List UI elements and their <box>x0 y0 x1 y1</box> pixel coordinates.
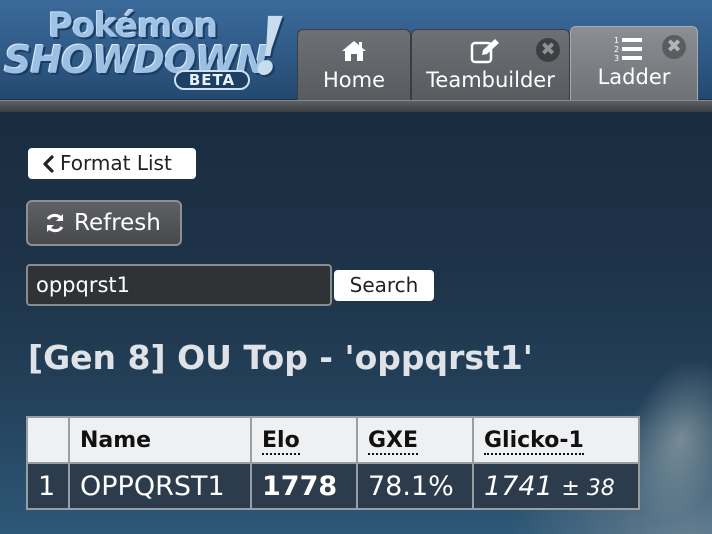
header-gxe[interactable]: GXE <box>356 416 474 464</box>
header-elo[interactable]: Elo <box>250 416 358 464</box>
tab-home-label: Home <box>322 68 385 92</box>
page-title: [Gen 8] OU Top - 'oppqrst1' <box>28 338 533 377</box>
header-glicko-label: Glicko-1 <box>484 427 584 455</box>
tab-teambuilder[interactable]: ✖ Teambuilder <box>411 29 570 100</box>
logo-exclamation: ! <box>252 0 288 93</box>
ladder-table: Name Elo GXE Glicko-1 1 OPPQRST1 1778 78… <box>26 416 640 510</box>
tab-ladder[interactable]: 1 2 3 ✖ Ladder <box>570 26 698 101</box>
logo-beta-badge: BETA <box>174 70 250 90</box>
header-gxe-label: GXE <box>368 427 419 455</box>
format-list-label: Format List <box>60 151 172 175</box>
header-bar: Pokémon SHOWDOWN ! BETA Home ✖ Teambuild… <box>0 0 712 101</box>
home-icon <box>298 38 410 64</box>
format-list-button[interactable]: Format List <box>28 148 196 179</box>
svg-text:1: 1 <box>614 36 619 45</box>
svg-text:3: 3 <box>614 54 619 63</box>
glicko-deviation: ± 38 <box>561 476 614 501</box>
refresh-button[interactable]: Refresh <box>26 200 182 246</box>
row-rank: 1 <box>26 462 70 510</box>
glicko-rating: 1741 <box>484 470 553 502</box>
svg-text:2: 2 <box>614 45 619 54</box>
row-name[interactable]: OPPQRST1 <box>68 462 252 510</box>
tab-home[interactable]: Home <box>297 29 411 100</box>
chevron-left-icon <box>43 154 54 173</box>
glicko-dev-value: 38 <box>586 475 615 501</box>
row-elo: 1778 <box>250 462 358 510</box>
header-rank <box>26 416 70 464</box>
header-glicko[interactable]: Glicko-1 <box>472 416 640 464</box>
header-elo-label: Elo <box>262 427 300 455</box>
tab-ladder-label: Ladder <box>597 65 671 89</box>
table-header-row: Name Elo GXE Glicko-1 <box>26 416 640 464</box>
header-name: Name <box>68 416 252 464</box>
tab-teambuilder-close-icon[interactable]: ✖ <box>536 38 560 62</box>
refresh-label: Refresh <box>74 210 161 236</box>
search-button[interactable]: Search <box>334 270 434 301</box>
refresh-icon <box>46 213 64 233</box>
header-divider <box>0 100 712 112</box>
row-gxe: 78.1% <box>356 462 474 510</box>
search-input[interactable]: oppqrst1 <box>26 264 332 306</box>
tab-ladder-close-icon[interactable]: ✖ <box>662 35 686 59</box>
tab-teambuilder-label: Teambuilder <box>426 68 555 92</box>
row-glicko: 1741 ± 38 <box>472 462 640 510</box>
glicko-plus-minus: ± <box>561 475 580 501</box>
table-row[interactable]: 1 OPPQRST1 1778 78.1% 1741 ± 38 <box>26 462 640 510</box>
showdown-logo[interactable]: Pokémon SHOWDOWN ! BETA <box>4 4 290 94</box>
